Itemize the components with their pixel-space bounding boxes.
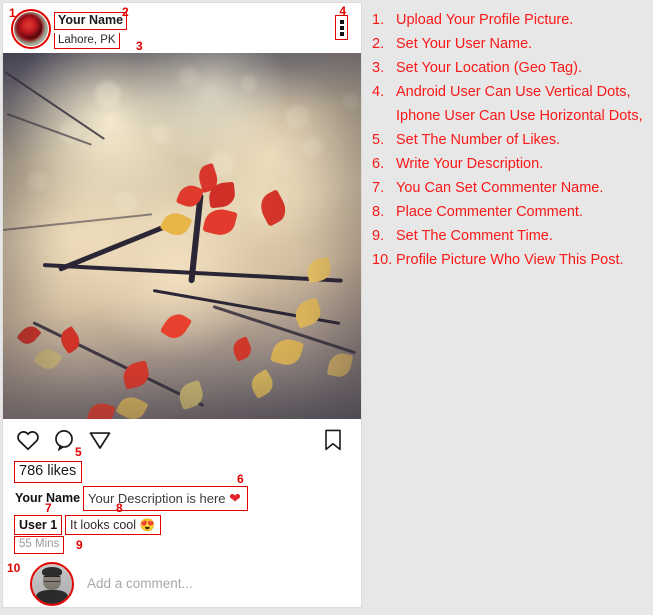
instruction-item-9: 9. Set The Comment Time. [372, 224, 650, 248]
paper-plane-icon[interactable] [87, 427, 113, 453]
annotation-number-4: 4 [339, 4, 346, 18]
instruction-item-3: 3. Set Your Location (Geo Tag). [372, 56, 650, 80]
photo-vignette [3, 53, 361, 419]
instruction-text: Set Your User Name. [396, 36, 533, 52]
comment-bubble-icon[interactable] [51, 427, 77, 453]
comment-timestamp[interactable]: 55 Mins [14, 536, 65, 554]
instruction-number: 2. [372, 36, 385, 52]
instruction-number: 7. [372, 180, 385, 196]
instruction-text: Set The Number of Likes. [396, 132, 561, 148]
instruction-item-7: 7. You Can Set Commenter Name. [372, 176, 650, 200]
heart-outline-icon[interactable] [15, 427, 41, 453]
comment-text: It looks cool [70, 518, 137, 532]
instruction-number: 6. [372, 156, 385, 172]
instruction-item-4: 4. Android User Can Use Vertical Dots, [372, 80, 650, 104]
caption-heart-emoji: ❤ [229, 490, 241, 506]
comment-text-box[interactable]: It looks cool 😍 [65, 515, 162, 535]
annotation-number-2: 2 [122, 5, 129, 19]
instruction-text: Set Your Location (Geo Tag). [396, 60, 582, 76]
instagram-post-card: 1 Your Name Lahore, PK 2 3 4 5 786 likes… [2, 2, 362, 608]
instruction-text: Profile Picture Who View This Post. [396, 252, 624, 268]
caption-row: Your Name Your Description is here ❤ 6 [3, 473, 361, 514]
header-name-block: Your Name Lahore, PK [54, 11, 128, 49]
instruction-text: Place Commenter Comment. [396, 204, 583, 220]
instruction-text: Set The Comment Time. [396, 228, 553, 244]
post-header: 1 Your Name Lahore, PK 2 3 4 [3, 3, 361, 53]
instruction-number: 8. [372, 204, 385, 220]
annotation-number-10: 10 [7, 561, 21, 575]
instructions-list: 1. Upload Your Profile Picture. 2. Set Y… [372, 8, 650, 272]
annotation-number-1: 1 [9, 6, 16, 20]
caption-text-box[interactable]: Your Description is here ❤ [83, 486, 248, 511]
vertical-dots-icon[interactable] [335, 15, 348, 40]
viewer-profile-picture-icon [32, 564, 72, 604]
instruction-item-10: 10. Profile Picture Who View This Post. [372, 248, 650, 272]
commenter-name[interactable]: User 1 [14, 515, 63, 535]
instruction-item-4-continuation: Iphone User Can Use Horizontal Dots, [396, 108, 643, 124]
rose-profile-picture-icon [14, 12, 48, 46]
instruction-item-2: 2. Set Your User Name. [372, 32, 650, 56]
annotation-number-6: 6 [237, 472, 244, 486]
instruction-text: You Can Set Commenter Name. [396, 180, 604, 196]
annotation-number-9: 9 [76, 538, 83, 552]
annotation-number-5: 5 [75, 445, 82, 459]
instruction-text: Android User Can Use Vertical Dots, [396, 84, 631, 100]
likes-count[interactable]: 786 likes [14, 461, 83, 483]
bookmark-outline-icon[interactable] [321, 427, 347, 453]
annotation-number-7: 7 [45, 501, 52, 515]
post-location[interactable]: Lahore, PK [54, 33, 120, 49]
viewer-avatar[interactable] [30, 562, 74, 606]
instruction-text: Write Your Description. [396, 156, 544, 172]
comment-row: 7 8 User 1 It looks cool 😍 55 Mins 9 [3, 502, 361, 560]
post-image[interactable] [3, 53, 361, 419]
instruction-number: 5. [372, 132, 385, 148]
annotation-number-3: 3 [136, 39, 143, 53]
add-comment-row: 10 Add a comment... [3, 560, 361, 612]
profile-avatar[interactable] [11, 9, 51, 49]
add-comment-input[interactable]: Add a comment... [87, 576, 193, 591]
instruction-item-6: 6. Write Your Description. [372, 152, 650, 176]
instruction-item-1: 1. Upload Your Profile Picture. [372, 8, 650, 32]
instruction-item-5: 5. Set The Number of Likes. [372, 128, 650, 152]
instruction-number: 3. [372, 60, 385, 76]
annotation-number-8: 8 [116, 501, 123, 515]
post-author-name[interactable]: Your Name [54, 12, 128, 30]
post-action-bar: 5 [3, 419, 361, 461]
instruction-number: 4. [372, 84, 385, 100]
likes-row: 786 likes [3, 461, 361, 486]
comment-emoji: 😍 [139, 518, 156, 532]
instruction-number: 10. [372, 252, 393, 268]
instruction-number: 1. [372, 12, 385, 28]
instruction-text: Upload Your Profile Picture. [396, 12, 574, 28]
screenshot-root: 1 Your Name Lahore, PK 2 3 4 5 786 likes… [0, 0, 653, 615]
instruction-item-8: 8. Place Commenter Comment. [372, 200, 650, 224]
caption-text: Your Description is here [88, 491, 226, 506]
instruction-number: 9. [372, 228, 385, 244]
